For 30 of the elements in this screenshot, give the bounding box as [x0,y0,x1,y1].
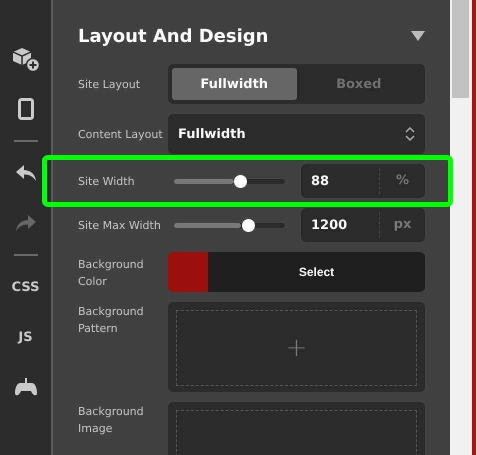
select-field[interactable]: Fullwidth [168,114,425,154]
color-select-button[interactable]: Select [168,252,425,292]
number-field[interactable]: 1200 px [301,208,425,242]
code-tool-button[interactable]: CSS [6,262,46,312]
slider-fill [174,178,234,184]
slider-thumb[interactable] [242,218,255,232]
slider-fill [174,222,242,228]
field-label: Site Width [78,174,136,190]
field-label: Background Pattern [78,304,145,337]
field-label: Content Layout [78,127,164,143]
unit-label: % [379,168,425,194]
unit-label: px [379,212,425,238]
add-symbol: + [286,333,308,363]
undo-icon [14,164,36,182]
tablet-icon [18,98,34,120]
cube-add-icon [12,46,40,72]
gamepad-icon [14,377,36,397]
slider-thumb[interactable] [234,174,248,188]
number-field[interactable]: 88 % [301,164,425,198]
scrollbar[interactable] [450,0,470,455]
redo-icon [14,214,36,232]
panel-title: Layout And Design [78,26,268,46]
field-label: Site Layout [78,77,142,93]
code-tool-button[interactable]: JS [6,312,46,362]
segment-option[interactable]: Fullwidth [172,68,296,100]
chevron-up-down-icon [405,127,415,141]
field-label: Background Image [78,404,145,437]
field-label: Background Color [78,256,145,290]
field-label: Site Max Width [78,218,162,234]
collapse-triangle-icon[interactable] [411,31,425,41]
